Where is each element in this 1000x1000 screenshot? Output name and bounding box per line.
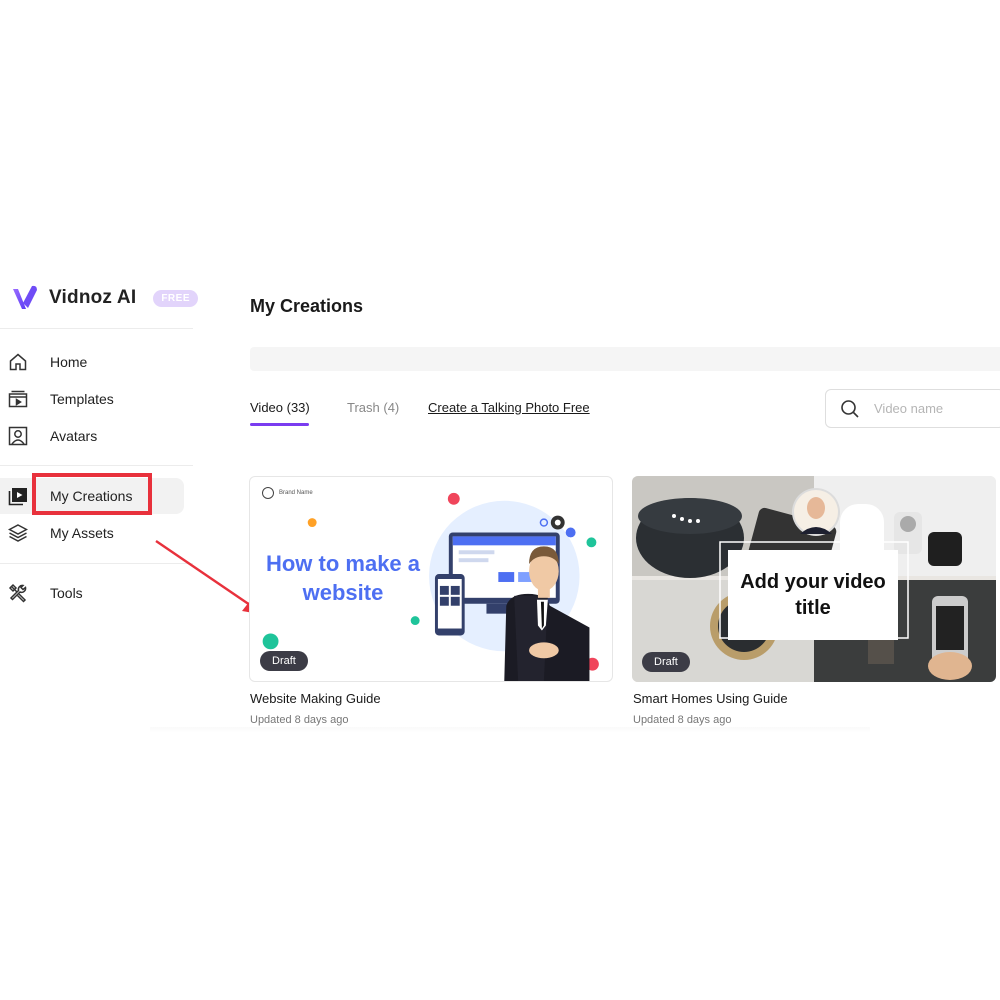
search-icon — [841, 399, 859, 418]
brand-name: Vidnoz AI — [49, 287, 137, 308]
vidnoz-logo-icon — [13, 285, 37, 309]
tools-icon — [8, 583, 28, 603]
templates-icon — [8, 389, 28, 409]
avatar-icon — [8, 426, 28, 446]
sidebar-divider — [0, 328, 193, 329]
search-box[interactable] — [825, 389, 1000, 428]
video-updated-date: Updated 8 days ago — [250, 714, 349, 726]
home-icon — [8, 352, 28, 372]
video-card-website-making-guide[interactable]: Brand Name How to make a website Draft — [249, 476, 613, 682]
sidebar-item-my-creations[interactable]: My Creations — [0, 478, 184, 514]
video-title[interactable]: Smart Homes Using Guide — [633, 691, 788, 706]
sidebar-item-home[interactable]: Home — [0, 344, 184, 380]
play-library-icon — [8, 486, 28, 506]
sidebar-item-label: My Creations — [50, 488, 133, 504]
free-badge: FREE — [153, 289, 198, 307]
brand-placeholder: Brand Name — [262, 487, 313, 499]
active-tab-indicator — [250, 423, 309, 426]
layers-icon — [8, 523, 28, 543]
search-input[interactable] — [874, 401, 994, 416]
tab-video[interactable]: Video (33) — [250, 400, 310, 415]
tab-trash[interactable]: Trash (4) — [347, 400, 399, 415]
video-title[interactable]: Website Making Guide — [250, 691, 381, 706]
draft-badge: Draft — [642, 652, 690, 672]
sidebar-item-templates[interactable]: Templates — [0, 381, 184, 417]
content-bottom-edge — [150, 727, 870, 733]
sidebar-item-label: My Assets — [50, 525, 114, 541]
page-title: My Creations — [250, 296, 364, 316]
sidebar-item-label: Tools — [50, 585, 83, 601]
thumbnail-headline: Add your video title — [728, 550, 898, 640]
sidebar-item-label: Templates — [50, 391, 114, 407]
create-talking-photo-link[interactable]: Create a Talking Photo Free — [428, 400, 590, 415]
draft-badge: Draft — [260, 651, 308, 671]
thumbnail-headline: How to make a website — [265, 551, 421, 605]
sidebar-item-avatars[interactable]: Avatars — [0, 418, 184, 454]
sidebar-item-label: Avatars — [50, 428, 98, 444]
brand-logo[interactable]: Vidnoz AI FREE — [10, 282, 198, 314]
video-card-smart-homes-guide[interactable]: Add your video title Draft — [632, 476, 996, 682]
sidebar-divider — [0, 465, 193, 466]
video-updated-date: Updated 8 days ago — [633, 714, 732, 726]
top-banner-strip — [250, 347, 1000, 371]
sidebar-item-label: Home — [50, 354, 88, 370]
